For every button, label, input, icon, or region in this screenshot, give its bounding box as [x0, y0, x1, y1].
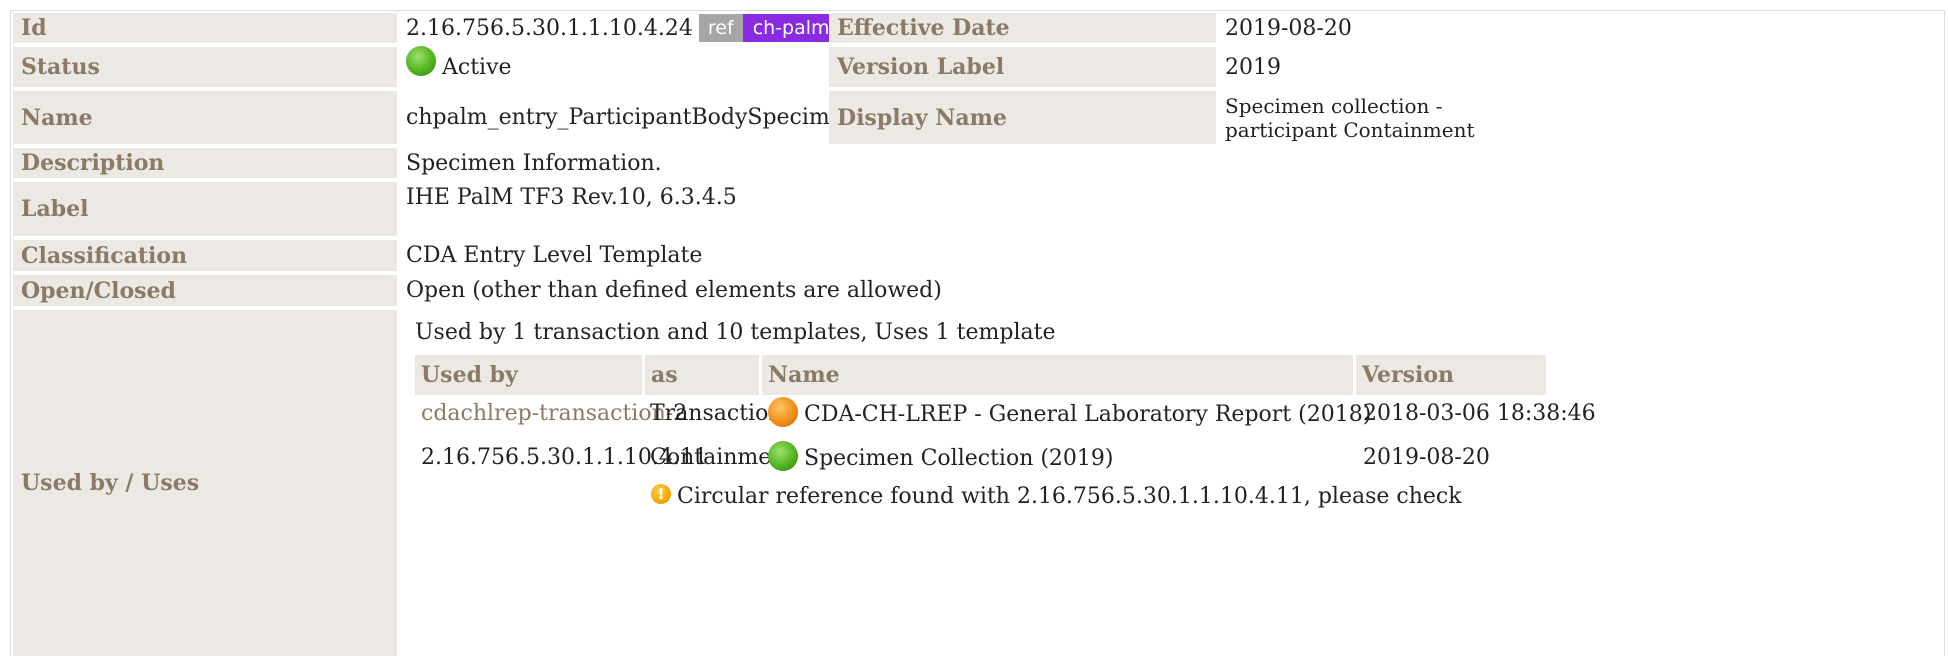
usage-summary: Used by 1 transaction and 10 templates, … [415, 320, 1056, 345]
warning-icon: ! [651, 484, 671, 504]
status-label: Status [13, 47, 397, 87]
id-label: Id [13, 13, 397, 43]
description-value: Specimen Information. [406, 150, 662, 176]
template-id: 2.16.756.5.30.1.1.10.4.24 [406, 15, 693, 41]
active-status-icon [406, 46, 436, 76]
circular-reference-warning: ! Circular reference found with 2.16.756.… [651, 484, 1462, 509]
display-name-value: Specimen collection - participant Contai… [1225, 93, 1475, 142]
id-value: 2.16.756.5.30.1.1.10.4.24 ref ch-palm- [406, 13, 847, 43]
used-by-label: Used by / Uses [13, 310, 397, 656]
col-header-used-by: Used by [415, 355, 642, 395]
draft-status-icon [768, 397, 798, 427]
description-label: Description [13, 148, 397, 178]
used-by-link[interactable]: cdachlrep-transaction- [421, 401, 673, 426]
label-label: Label [13, 182, 397, 236]
table-row: cdachlrep-transaction-2 [421, 401, 687, 426]
usage-version: 2019-08-20 [1363, 445, 1490, 470]
classification-value: CDA Entry Level Template [406, 243, 703, 268]
status-value: Active [406, 46, 512, 87]
label-value: IHE PalM TF3 Rev.10, 6.3.4.5 [406, 184, 737, 210]
usage-name: CDA-CH-LREP - General Laboratory Report … [768, 397, 1371, 430]
col-header-name: Name [762, 355, 1353, 395]
ref-badge: ref [698, 14, 743, 42]
effective-date-label: Effective Date [829, 13, 1216, 43]
version-label-label: Version Label [829, 47, 1216, 87]
col-header-version: Version [1356, 355, 1546, 395]
name-label: Name [13, 91, 397, 144]
usage-name-link[interactable]: Specimen Collection (2019) [804, 446, 1114, 471]
effective-date-value: 2019-08-20 [1225, 15, 1352, 41]
open-closed-label: Open/Closed [13, 275, 397, 306]
version-label-value: 2019 [1225, 54, 1281, 80]
usage-version: 2018-03-06 18:38:46 [1363, 401, 1596, 426]
classification-label: Classification [13, 240, 397, 271]
usage-name-link[interactable]: CDA-CH-LREP - General Laboratory Report … [804, 402, 1371, 427]
status-text: Active [442, 54, 512, 80]
open-closed-value: Open (other than defined elements are al… [406, 278, 942, 303]
display-name-label: Display Name [829, 91, 1216, 144]
col-header-as: as [645, 355, 759, 395]
usage-name: Specimen Collection (2019) [768, 441, 1114, 474]
usage-type: Transaction [650, 401, 783, 426]
warning-text: Circular reference found with 2.16.756.5… [677, 484, 1462, 509]
active-status-icon [768, 441, 798, 471]
